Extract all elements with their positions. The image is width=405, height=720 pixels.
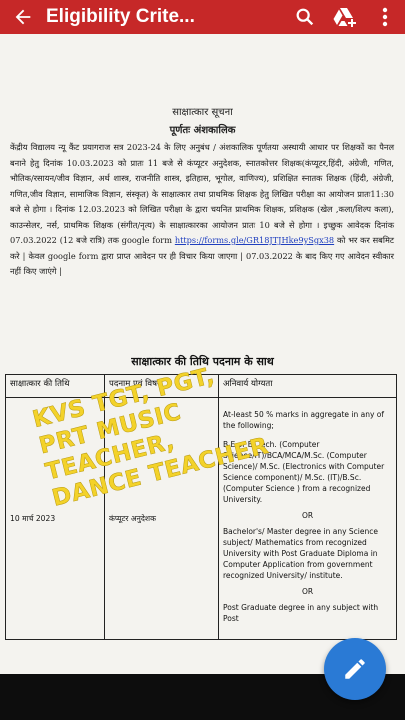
google-form-link[interactable]: https://forms.gle/GR18JTJHke9ySgx38 bbox=[175, 235, 334, 245]
drive-add-icon bbox=[333, 8, 356, 27]
paragraph-text-1: केंद्रीय विद्यालय न्यू कैंट प्रयागराज सत… bbox=[10, 142, 394, 245]
edit-fab-button[interactable] bbox=[324, 638, 386, 700]
eligibility-or: OR bbox=[301, 587, 314, 596]
notice-subheading: पूर्णतः अंशकालिक bbox=[169, 125, 236, 136]
back-button[interactable] bbox=[0, 0, 46, 34]
edit-pencil-icon bbox=[345, 659, 365, 679]
eligibility-line: Post Graduate degree in any subject with… bbox=[223, 603, 379, 623]
search-button[interactable] bbox=[285, 0, 325, 34]
add-to-drive-button[interactable] bbox=[325, 0, 365, 34]
arrow-back-icon bbox=[15, 9, 31, 25]
eligibility-line: Bachelor's/ Master degree in any Science… bbox=[223, 527, 378, 580]
more-vert-icon bbox=[382, 7, 388, 27]
search-icon bbox=[296, 8, 314, 26]
eligibility-or: OR bbox=[301, 511, 314, 520]
notice-heading: साक्षात्कार सूचना bbox=[172, 107, 233, 118]
date-text: 10 मार्च 2023 bbox=[10, 513, 56, 523]
page-title: Eligibility Crite... bbox=[46, 6, 195, 27]
app-bar: Eligibility Crite... bbox=[0, 0, 405, 34]
post-text: कंप्यूटर अनुदेशक bbox=[109, 513, 156, 523]
more-options-button[interactable] bbox=[365, 0, 405, 34]
notice-paragraph: केंद्रीय विद्यालय न्यू कैंट प्रयागराज सत… bbox=[10, 140, 394, 280]
document-viewer[interactable]: साक्षात्कार सूचना पूर्णतः अंशकालिक केंद्… bbox=[0, 34, 405, 674]
